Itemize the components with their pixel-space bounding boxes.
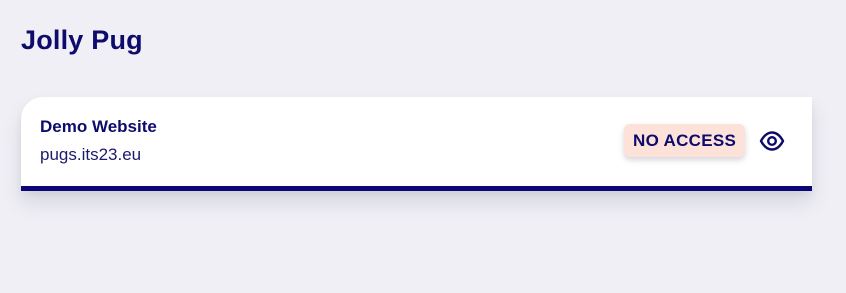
site-card[interactable]: Demo Website pugs.its23.eu NO ACCESS [21,97,812,191]
page: Jolly Pug Demo Website pugs.its23.eu NO … [0,0,846,293]
status-badge: NO ACCESS [624,124,746,157]
site-url: pugs.its23.eu [40,145,142,164]
page-title: Jolly Pug [21,25,143,55]
eye-icon[interactable] [759,130,785,152]
site-name: Demo Website [40,117,157,136]
